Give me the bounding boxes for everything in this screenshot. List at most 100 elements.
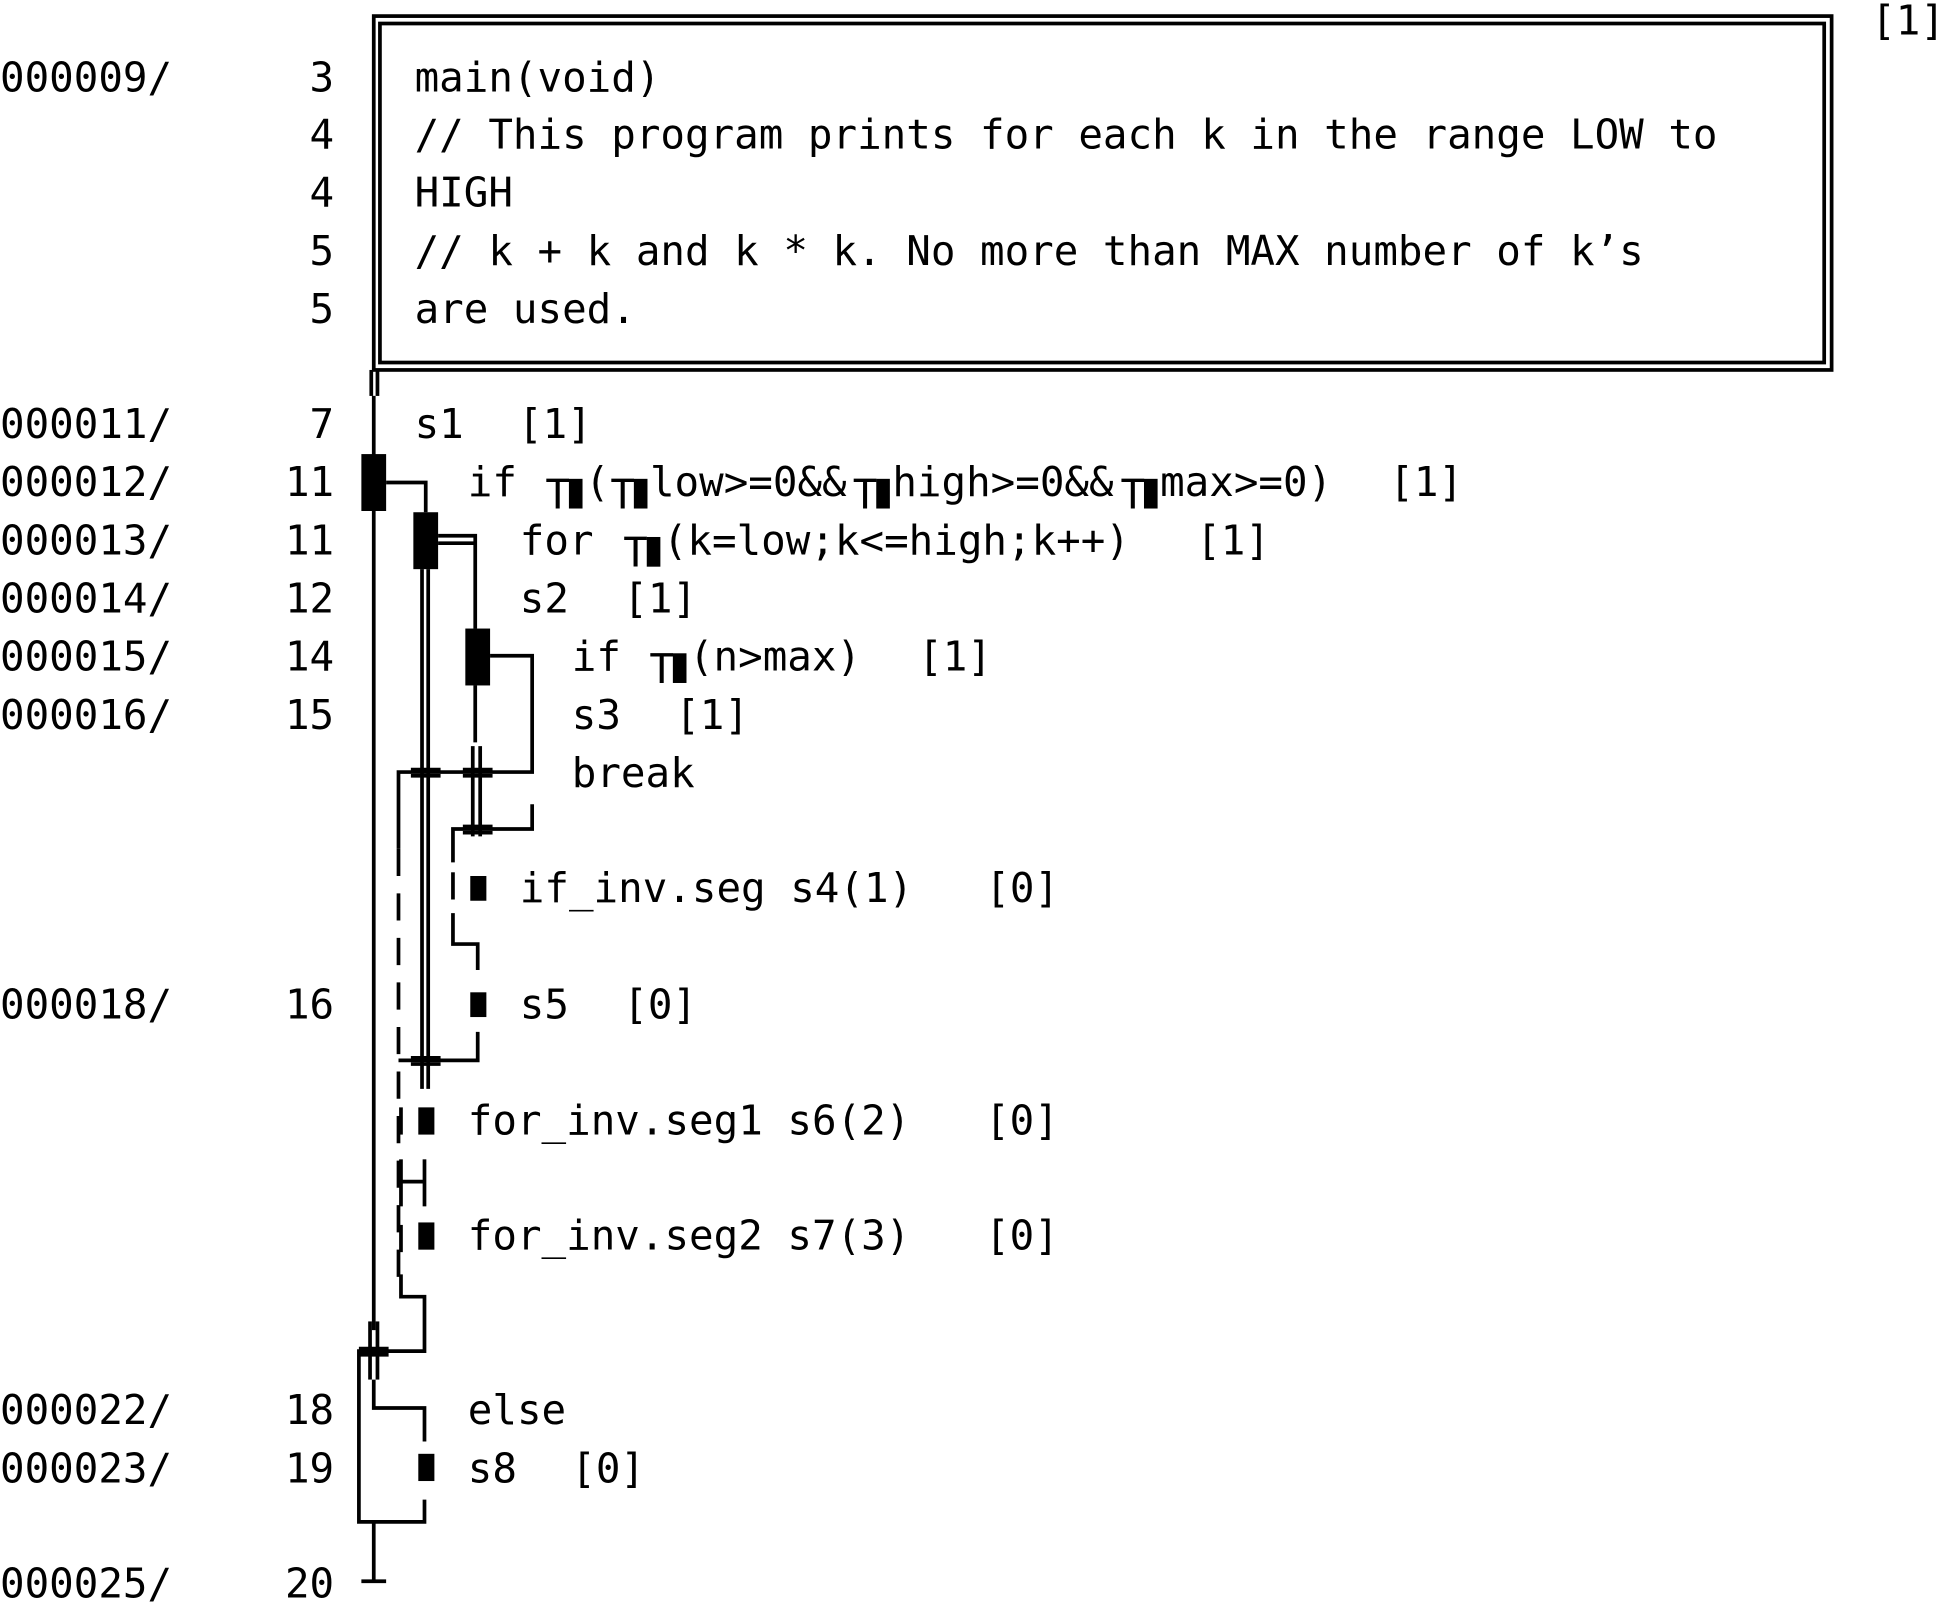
execution-count-label: [1]: [1196, 516, 1270, 564]
s7-node: [418, 1222, 435, 1250]
statement-text: s8: [468, 1444, 517, 1492]
keyword-text: for: [520, 516, 594, 564]
address-label: 000011/: [0, 400, 172, 448]
function-count-label: [1]: [1871, 0, 1943, 45]
execution-count-label: [1]: [675, 691, 749, 739]
code-row-break: break: [572, 749, 695, 797]
header-code-text: HIGH: [415, 169, 513, 217]
function-header-box: 000009/3 main(void) 4 // This program print…: [0, 14, 1834, 372]
condition-marker-t: T: [623, 529, 648, 577]
execution-count-label: [1]: [623, 574, 697, 622]
condition-marker-t: T: [1120, 471, 1145, 519]
line-number-label: 11: [285, 516, 334, 564]
code-row-s5: 000018/16 s5 [0]: [0, 980, 697, 1028]
keyword-text: if: [468, 458, 517, 506]
address-label: 000012/: [0, 458, 172, 506]
condition-marker-t: T: [545, 471, 570, 519]
header-code-text: main(void): [415, 54, 661, 102]
statement-text: for_inv.seg2 s7(3): [468, 1212, 911, 1260]
condition-text: high>=0&&: [892, 458, 1114, 506]
for-loop-node: [413, 512, 439, 570]
code-row-else: 000022/18 else: [0, 1386, 566, 1434]
execution-count-label: [0]: [985, 1097, 1059, 1145]
condition-marker-square: [1143, 478, 1158, 509]
address-label: 000025/: [0, 1559, 172, 1606]
condition-text: (: [585, 458, 610, 506]
code-row-s6: for_inv.seg1 s6(2) [0]: [468, 1097, 1059, 1145]
code-row-end: 000025/20: [0, 1559, 334, 1606]
address-label: 000018/: [0, 980, 172, 1028]
condition-text: low>=0&&: [650, 458, 847, 506]
execution-count-label: [1]: [518, 400, 592, 448]
statement-text: s5: [520, 980, 569, 1028]
line-number-label: 19: [285, 1444, 334, 1492]
structure-diagram: [1] 000009/3 main(void) 4 // This program p…: [0, 0, 1943, 1606]
statement-text: s2: [520, 574, 569, 622]
condition-marker-t: T: [853, 471, 878, 519]
code-row-s8: 000023/19 s8 [0]: [0, 1444, 645, 1492]
header-code-text: are used.: [415, 285, 636, 333]
condition-marker-square: [633, 478, 648, 509]
for-body-line-a: [438, 533, 478, 629]
line-number-label: 20: [285, 1559, 334, 1606]
condition-marker-t: T: [649, 645, 674, 693]
condition-text: max>=0): [1160, 458, 1332, 506]
statement-text: s3: [572, 691, 621, 739]
condition-text: (n>max): [689, 633, 861, 681]
line-number-label: 7: [310, 400, 335, 448]
line-number-label: 5: [310, 227, 335, 275]
code-row-s7: for_inv.seg2 s7(3) [0]: [468, 1212, 1059, 1260]
address-label: 000013/: [0, 516, 172, 564]
if-inner-decision-node: [465, 628, 491, 686]
s4-exit-line: [451, 913, 480, 971]
condition-marker-square: [646, 536, 661, 567]
code-rows: 000011/7 s1 [1]000012/11 if T(Tlow>=0&& Thigh…: [0, 400, 1463, 1606]
line-number-label: 18: [285, 1386, 334, 1434]
line-number-label: 4: [310, 169, 335, 217]
statement-text: s1: [415, 400, 464, 448]
address-label: 000016/: [0, 691, 172, 739]
loop-exit-line: [357, 1274, 427, 1524]
condition-marker-square: [568, 478, 583, 509]
code-row-s1: 000011/7 s1 [1]: [0, 400, 592, 448]
else-branch-line: [371, 1379, 427, 1442]
line-number-label: 4: [310, 110, 335, 158]
line-number-label: 5: [310, 285, 335, 333]
statement-text: if_inv.seg s4(1): [520, 864, 913, 912]
address-label: 000015/: [0, 633, 172, 681]
execution-count-label: [0]: [571, 1444, 645, 1492]
execution-count-label: [0]: [985, 864, 1059, 912]
line-number-label: 14: [285, 633, 334, 681]
s8-node: [418, 1453, 435, 1482]
junction-marks: [358, 767, 493, 1357]
s4-node: [470, 876, 487, 901]
condition-marker-square: [876, 478, 890, 509]
code-row-for1: 000013/11 for T (k=low;k<=high;k++) [1]: [0, 516, 1270, 576]
line-number-label: 15: [285, 691, 334, 739]
s6-node: [418, 1107, 435, 1135]
if-decision-node: [361, 454, 387, 511]
code-row-s4: if_inv.seg s4(1) [0]: [520, 864, 1059, 912]
line-number-label: 11: [285, 458, 334, 506]
execution-count-label: [0]: [623, 980, 697, 1028]
statement-text: for_inv.seg1 s6(2): [468, 1097, 911, 1145]
line-number-label: 3: [310, 54, 335, 102]
s5-node: [470, 992, 487, 1018]
code-row-if1: 000012/11 if T(Tlow>=0&& Thigh>=0&& Tmax>=0)…: [0, 458, 1463, 518]
header-code-text: // This program prints for each k in the…: [415, 110, 1718, 158]
condition-marker-t: T: [610, 471, 635, 519]
keyword-text: if: [572, 633, 621, 681]
execution-count-label: [1]: [1389, 458, 1463, 506]
statement-text: break: [572, 749, 695, 797]
address-label: 000009/: [0, 54, 172, 102]
line-number-label: 16: [285, 980, 334, 1028]
address-label: 000014/: [0, 574, 172, 622]
address-label: 000023/: [0, 1444, 172, 1492]
statement-text: else: [468, 1386, 566, 1434]
header-code-text: // k + k and k * k. No more than MAX num…: [415, 227, 1644, 275]
condition-marker-square: [672, 653, 687, 683]
execution-count-label: [1]: [918, 633, 992, 681]
if-branch-line: [386, 480, 428, 513]
line-number-label: 12: [285, 574, 334, 622]
condition-text: (k=low;k<=high;k++): [663, 516, 1130, 564]
